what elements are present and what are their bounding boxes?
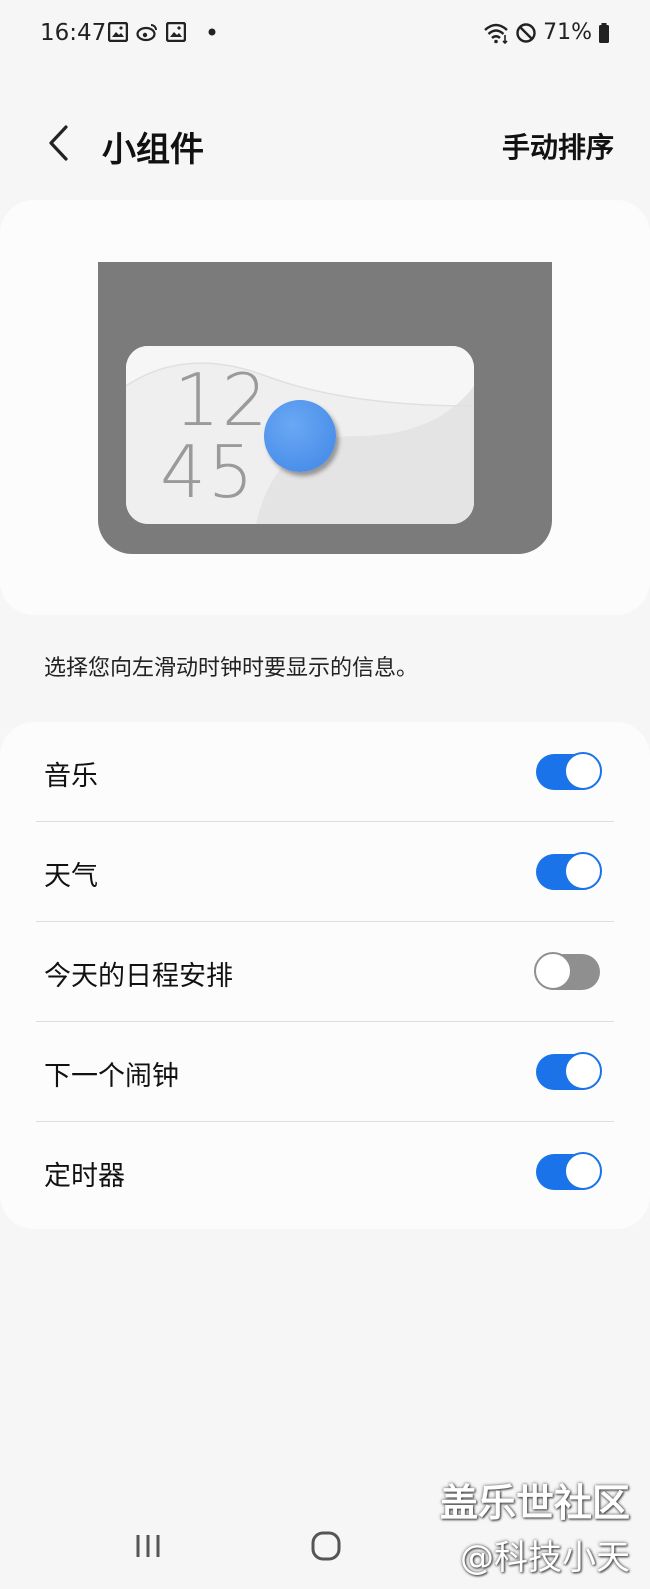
page-title: 小组件	[102, 130, 204, 170]
status-time: 16:47	[40, 20, 107, 46]
setting-row-music[interactable]: 音乐	[0, 722, 650, 822]
system-icons: 71%	[483, 20, 610, 45]
setting-label: 音乐	[44, 761, 98, 792]
gallery-icon	[108, 22, 128, 42]
toggle-knob	[564, 852, 602, 890]
lockscreen-preview: 12 45	[98, 262, 552, 554]
wifi-icon	[483, 22, 509, 44]
setting-row-timer[interactable]: 定时器	[0, 1122, 650, 1222]
battery-percent: 71%	[543, 20, 592, 45]
widget-settings-list: 音乐 天气 今天的日程安排 下一个闹钟 定时器	[0, 722, 650, 1229]
toggle-knob	[564, 1052, 602, 1090]
schedule-toggle[interactable]	[534, 952, 600, 990]
setting-label: 下一个闹钟	[44, 1061, 179, 1092]
toggle-knob	[564, 752, 602, 790]
setting-row-weather[interactable]: 天气	[0, 822, 650, 922]
clock-minute: 45	[160, 430, 256, 514]
battery-icon	[598, 22, 610, 44]
gallery-icon	[166, 22, 186, 42]
music-toggle[interactable]	[536, 752, 602, 790]
back-button[interactable]	[36, 118, 80, 168]
clock-widget-preview: 12 45	[126, 346, 474, 524]
setting-label: 定时器	[44, 1161, 125, 1192]
recents-button[interactable]	[128, 1526, 168, 1566]
setting-row-next-alarm[interactable]: 下一个闹钟	[0, 1022, 650, 1122]
weather-toggle[interactable]	[536, 852, 602, 890]
setting-label: 天气	[44, 861, 98, 892]
home-icon	[311, 1531, 341, 1561]
toggle-knob	[564, 1152, 602, 1190]
description-text: 选择您向左滑动时钟时要显示的信息。	[44, 656, 419, 681]
status-bar: 16:47 71%	[0, 0, 650, 70]
home-button[interactable]	[306, 1526, 346, 1566]
app-header: 小组件 手动排序	[0, 100, 650, 190]
recents-icon	[136, 1535, 160, 1557]
do-not-disturb-icon	[515, 22, 537, 44]
next-alarm-toggle[interactable]	[536, 1052, 602, 1090]
toggle-knob	[534, 952, 572, 990]
timer-toggle[interactable]	[536, 1152, 602, 1190]
navigation-bar	[0, 1510, 650, 1589]
weibo-icon	[136, 22, 158, 42]
manual-sort-button[interactable]: 手动排序	[502, 126, 614, 166]
dot-icon	[208, 28, 216, 36]
clock-hour: 12	[174, 358, 270, 442]
swipe-indicator-dot	[264, 400, 336, 472]
setting-row-schedule[interactable]: 今天的日程安排	[0, 922, 650, 1022]
widget-preview-card: 12 45	[0, 200, 650, 615]
setting-label: 今天的日程安排	[44, 961, 233, 992]
chevron-left-icon	[49, 125, 68, 161]
notification-icons	[108, 22, 216, 42]
